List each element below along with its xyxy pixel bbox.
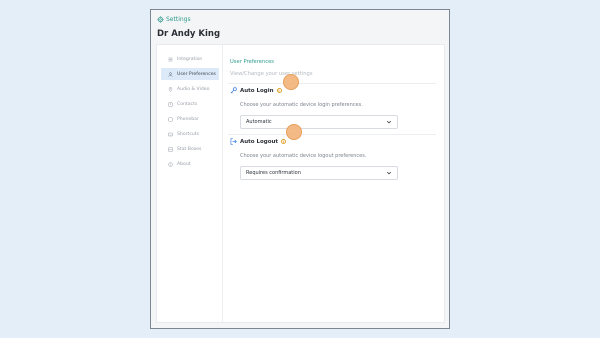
- key-icon: [230, 87, 237, 94]
- auto-logout-select[interactable]: Requires confirmation: [240, 166, 398, 180]
- info-icon[interactable]: i: [276, 88, 282, 93]
- auto-login-description: Choose your automatic device login prefe…: [240, 102, 363, 108]
- info-icon: [168, 161, 173, 167]
- sidebar-item-user-preferences[interactable]: User Preferences: [161, 68, 219, 80]
- keyboard-icon: [168, 132, 173, 136]
- divider: [228, 134, 436, 135]
- auto-logout-description: Choose your automatic device logout pref…: [240, 153, 367, 159]
- stat-box-icon: [168, 146, 173, 152]
- sidebar-item-label: Shortcuts: [177, 131, 199, 137]
- sidebar-item-integration[interactable]: Integration: [161, 53, 219, 65]
- address-book-icon: [168, 101, 173, 107]
- settings-window: Settings Dr Andy King Integration User P…: [150, 9, 450, 329]
- settings-sidebar: Integration User Preferences Audio & Vid…: [157, 45, 223, 322]
- logout-icon: [230, 138, 237, 145]
- sidebar-item-label: Contacts: [177, 101, 198, 107]
- auto-login-label: Auto Login: [240, 87, 274, 94]
- preferences-content: User Preferences View/Change your user s…: [223, 45, 444, 322]
- auto-login-select[interactable]: Automatic: [240, 115, 398, 129]
- auto-login-heading: Auto Login i: [230, 87, 282, 94]
- auto-logout-value: Requires confirmation: [246, 170, 301, 176]
- sidebar-item-label: About: [177, 161, 191, 167]
- section-title: User Preferences: [230, 59, 274, 65]
- sidebar-item-label: User Preferences: [177, 71, 216, 77]
- sidebar-item-phonebar[interactable]: Phonebar: [161, 113, 219, 125]
- location-pin-icon: [168, 86, 173, 92]
- sidebar-item-label: Audio & Video: [177, 86, 210, 92]
- settings-link[interactable]: Settings: [157, 16, 191, 23]
- chevron-down-icon: [386, 120, 392, 124]
- sidebar-item-audio-video[interactable]: Audio & Video: [161, 83, 219, 95]
- click-marker: [286, 124, 302, 140]
- chevron-down-icon: [386, 171, 392, 175]
- auto-logout-label: Auto Logout: [240, 138, 279, 145]
- click-marker: [283, 74, 299, 90]
- sidebar-item-about[interactable]: About: [161, 158, 219, 170]
- sidebar-item-label: Stat Boxes: [177, 146, 202, 152]
- section-subtitle: View/Change your user settings: [230, 71, 313, 77]
- sidebar-item-label: Integration: [177, 56, 203, 62]
- sidebar-item-stat-boxes[interactable]: Stat Boxes: [161, 143, 219, 155]
- divider: [228, 83, 436, 84]
- phone-icon: [168, 117, 173, 121]
- page-title: Dr Andy King: [157, 29, 221, 39]
- auto-logout-heading: Auto Logout i: [230, 138, 287, 145]
- sidebar-item-contacts[interactable]: Contacts: [161, 98, 219, 110]
- auto-login-value: Automatic: [246, 119, 272, 125]
- gear-icon: [157, 16, 164, 23]
- info-icon[interactable]: i: [281, 139, 287, 144]
- user-icon: [168, 71, 173, 77]
- settings-panel: Integration User Preferences Audio & Vid…: [156, 44, 445, 323]
- sidebar-item-label: Phonebar: [177, 116, 199, 122]
- settings-label: Settings: [166, 16, 191, 23]
- sidebar-item-shortcuts[interactable]: Shortcuts: [161, 128, 219, 140]
- list-icon: [168, 57, 173, 61]
